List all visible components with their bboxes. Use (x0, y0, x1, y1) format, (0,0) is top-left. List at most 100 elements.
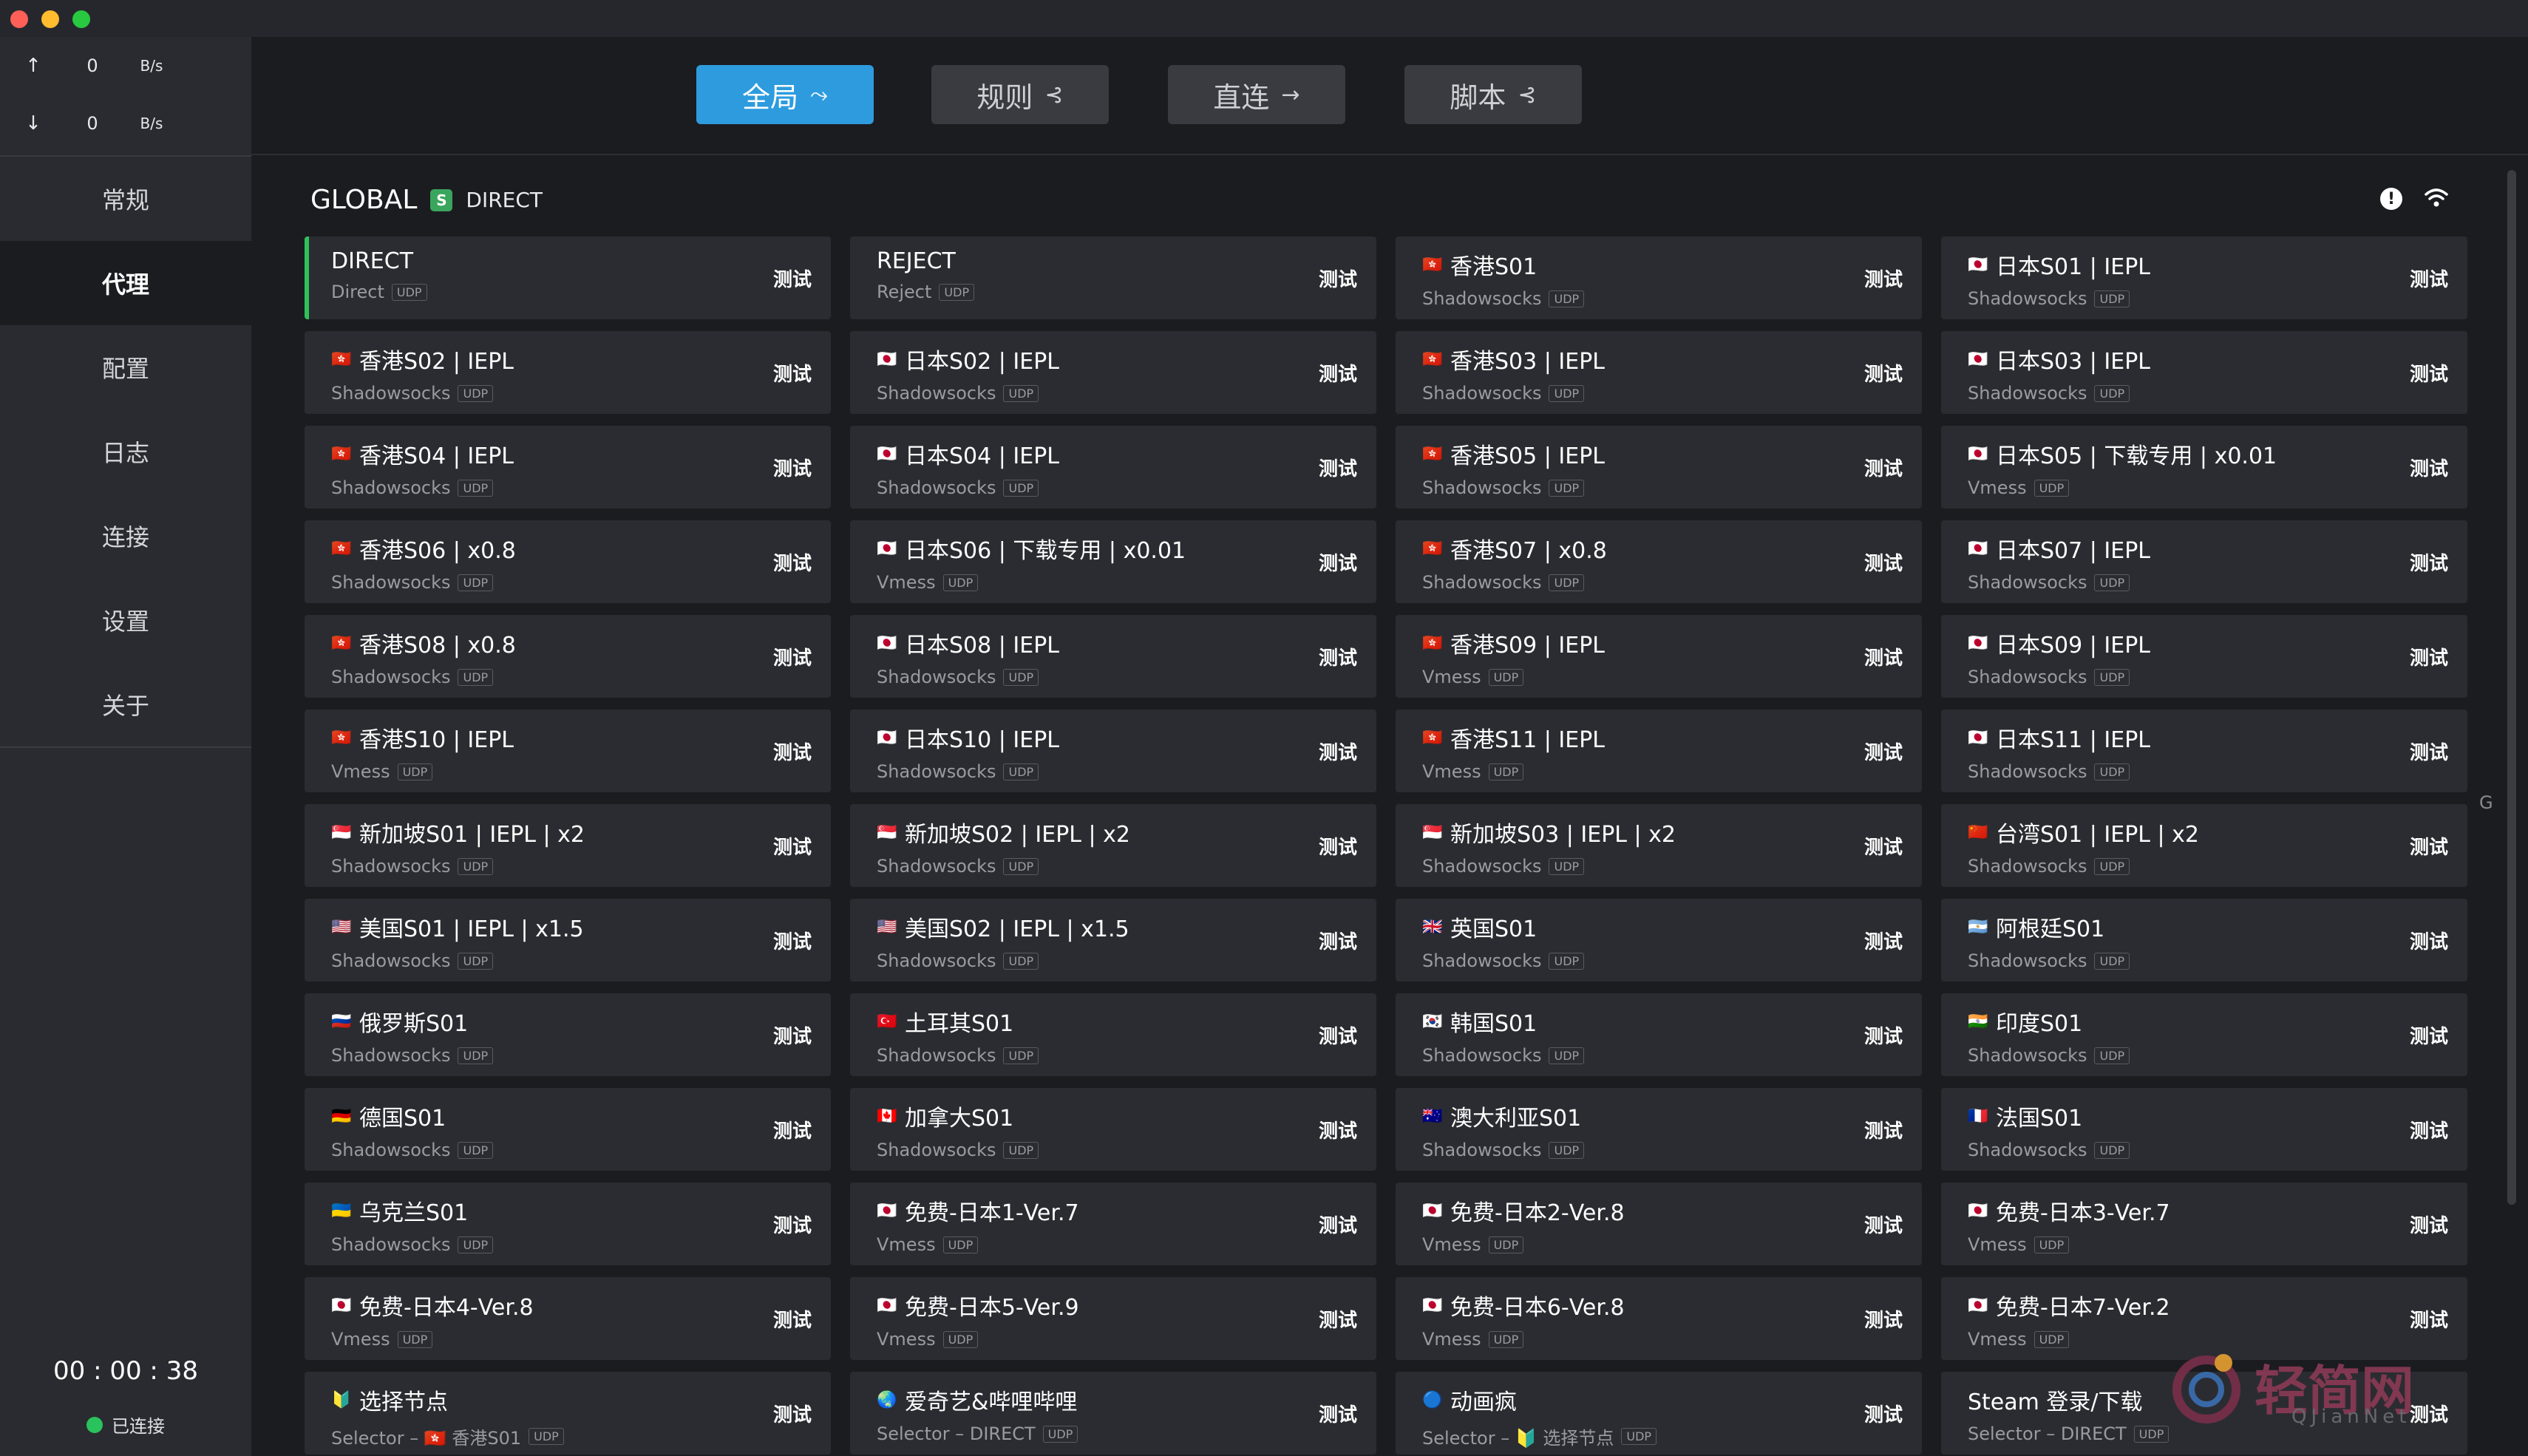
latency-test-button[interactable]: 测试 (773, 359, 812, 387)
proxy-card[interactable]: 🇭🇰 香港S11 | IEPL Vmess UDP 测试 (1396, 710, 1922, 792)
latency-test-button[interactable]: 测试 (773, 1021, 812, 1049)
proxy-card[interactable]: 🇺🇸 美国S01 | IEPL | x1.5 Shadowsocks UDP 测试 (305, 899, 831, 982)
proxy-card[interactable]: 🇭🇰 香港S09 | IEPL Vmess UDP 测试 (1396, 615, 1922, 698)
sidebar-item-0[interactable]: 常规 (0, 157, 251, 241)
proxy-card[interactable]: 🇺🇦 乌克兰S01 Shadowsocks UDP 测试 (305, 1183, 831, 1265)
latency-test-button[interactable]: 测试 (2410, 738, 2448, 765)
proxy-card[interactable]: 🇯🇵 免费-日本3-Ver.7 Vmess UDP 测试 (1941, 1183, 2467, 1265)
latency-test-button[interactable]: 测试 (1864, 1400, 1903, 1427)
proxy-card[interactable]: 🇨🇦 加拿大S01 Shadowsocks UDP 测试 (850, 1088, 1376, 1171)
latency-test-button[interactable]: 测试 (1319, 1116, 1357, 1143)
proxy-card[interactable]: 🇰🇷 韩国S01 Shadowsocks UDP 测试 (1396, 993, 1922, 1076)
proxy-card[interactable]: 🇨🇳 台湾S01 | IEPL | x2 Shadowsocks UDP 测试 (1941, 804, 2467, 887)
proxy-card[interactable]: 🇹🇷 土耳其S01 Shadowsocks UDP 测试 (850, 993, 1376, 1076)
proxy-card[interactable]: 🇦🇷 阿根廷S01 Shadowsocks UDP 测试 (1941, 899, 2467, 982)
latency-test-button[interactable]: 测试 (773, 738, 812, 765)
latency-test-button[interactable]: 测试 (773, 454, 812, 481)
latency-test-button[interactable]: 测试 (1864, 832, 1903, 860)
latency-test-button[interactable]: 测试 (1864, 265, 1903, 292)
sidebar-item-2[interactable]: 配置 (0, 325, 251, 409)
latency-test-button[interactable]: 测试 (1864, 1116, 1903, 1143)
proxy-card[interactable]: 🇯🇵 日本S04 | IEPL Shadowsocks UDP 测试 (850, 426, 1376, 508)
latency-test-button[interactable]: 测试 (1319, 643, 1357, 670)
proxy-card[interactable]: 🇯🇵 日本S02 | IEPL Shadowsocks UDP 测试 (850, 331, 1376, 414)
proxy-card[interactable]: 🇦🇺 澳大利亚S01 Shadowsocks UDP 测试 (1396, 1088, 1922, 1171)
latency-test-button[interactable]: 测试 (2410, 1305, 2448, 1333)
latency-test-button[interactable]: 测试 (1319, 359, 1357, 387)
latency-test-button[interactable]: 测试 (1864, 643, 1903, 670)
proxy-card[interactable]: 🇫🇷 法国S01 Shadowsocks UDP 测试 (1941, 1088, 2467, 1171)
proxy-card[interactable]: 🇭🇰 香港S06 | x0.8 Shadowsocks UDP 测试 (305, 520, 831, 603)
proxy-card[interactable]: DIRECT Direct UDP 测试 (305, 237, 831, 319)
proxy-card[interactable]: 🇷🇺 俄罗斯S01 Shadowsocks UDP 测试 (305, 993, 831, 1076)
proxy-card[interactable]: 🇯🇵 日本S06 | 下载专用 | x0.01 Vmess UDP 测试 (850, 520, 1376, 603)
proxy-card[interactable]: 🇭🇰 香港S07 | x0.8 Shadowsocks UDP 测试 (1396, 520, 1922, 603)
proxy-card[interactable]: REJECT Reject UDP 测试 (850, 237, 1376, 319)
proxy-card[interactable]: 🇭🇰 香港S08 | x0.8 Shadowsocks UDP 测试 (305, 615, 831, 698)
latency-test-button[interactable]: 测试 (773, 1305, 812, 1333)
latency-test-button[interactable]: 测试 (773, 265, 812, 292)
proxy-card[interactable]: 🇯🇵 日本S08 | IEPL Shadowsocks UDP 测试 (850, 615, 1376, 698)
proxy-card[interactable]: 🇸🇬 新加坡S02 | IEPL | x2 Shadowsocks UDP 测试 (850, 804, 1376, 887)
latency-test-button[interactable]: 测试 (773, 1211, 812, 1238)
latency-test-button[interactable]: 测试 (2410, 454, 2448, 481)
proxy-card[interactable]: 🇯🇵 免费-日本4-Ver.8 Vmess UDP 测试 (305, 1277, 831, 1360)
latency-test-button[interactable]: 测试 (773, 1400, 812, 1427)
proxy-card[interactable]: 🇭🇰 香港S04 | IEPL Shadowsocks UDP 测试 (305, 426, 831, 508)
latency-test-button[interactable]: 测试 (2410, 927, 2448, 954)
latency-test-button[interactable]: 测试 (1319, 265, 1357, 292)
proxy-card[interactable]: 🇯🇵 日本S11 | IEPL Shadowsocks UDP 测试 (1941, 710, 2467, 792)
latency-test-button[interactable]: 测试 (1319, 832, 1357, 860)
latency-test-button[interactable]: 测试 (773, 832, 812, 860)
latency-test-button[interactable]: 测试 (2410, 1400, 2448, 1427)
proxy-card[interactable]: 🇬🇧 英国S01 Shadowsocks UDP 测试 (1396, 899, 1922, 982)
proxy-card[interactable]: 🇭🇰 香港S01 Shadowsocks UDP 测试 (1396, 237, 1922, 319)
scrollbar[interactable] (2507, 170, 2516, 1205)
latency-test-button[interactable]: 测试 (1864, 359, 1903, 387)
latency-test-button[interactable]: 测试 (1864, 454, 1903, 481)
latency-test-button[interactable]: 测试 (1864, 927, 1903, 954)
mode-button-0[interactable]: 全局 ⤳ (696, 65, 874, 124)
proxy-card[interactable]: 🇯🇵 日本S09 | IEPL Shadowsocks UDP 测试 (1941, 615, 2467, 698)
proxy-card[interactable]: 🇯🇵 免费-日本2-Ver.8 Vmess UDP 测试 (1396, 1183, 1922, 1265)
proxy-card[interactable]: 🇭🇰 香港S10 | IEPL Vmess UDP 测试 (305, 710, 831, 792)
proxy-card[interactable]: 🇯🇵 免费-日本5-Ver.9 Vmess UDP 测试 (850, 1277, 1376, 1360)
sidebar-item-4[interactable]: 连接 (0, 494, 251, 578)
proxy-card[interactable]: 🇯🇵 日本S01 | IEPL Shadowsocks UDP 测试 (1941, 237, 2467, 319)
close-window-button[interactable] (10, 10, 28, 28)
latency-test-button[interactable]: 测试 (2410, 265, 2448, 292)
mode-button-2[interactable]: 直连 → (1168, 65, 1345, 124)
proxy-card[interactable]: 🇯🇵 日本S03 | IEPL Shadowsocks UDP 测试 (1941, 331, 2467, 414)
latency-test-icon[interactable] (2423, 185, 2450, 211)
latency-test-button[interactable]: 测试 (773, 927, 812, 954)
mode-button-3[interactable]: 脚本 ⊰ (1404, 65, 1582, 124)
proxy-card[interactable]: 🇸🇬 新加坡S03 | IEPL | x2 Shadowsocks UDP 测试 (1396, 804, 1922, 887)
proxy-card[interactable]: 🇯🇵 日本S10 | IEPL Shadowsocks UDP 测试 (850, 710, 1376, 792)
latency-test-button[interactable]: 测试 (773, 643, 812, 670)
sidebar-item-3[interactable]: 日志 (0, 409, 251, 494)
zoom-window-button[interactable] (72, 10, 90, 28)
sidebar-item-5[interactable]: 设置 (0, 578, 251, 662)
latency-test-button[interactable]: 测试 (2410, 548, 2448, 576)
proxy-card[interactable]: 🔵 动画疯 Selector – 🔰 选择节点 UDP 测试 (1396, 1372, 1922, 1455)
latency-test-button[interactable]: 测试 (773, 548, 812, 576)
latency-test-button[interactable]: 测试 (1319, 1211, 1357, 1238)
latency-test-button[interactable]: 测试 (1319, 1305, 1357, 1333)
latency-test-button[interactable]: 测试 (1319, 1021, 1357, 1049)
info-icon[interactable]: ! (2380, 188, 2402, 210)
latency-test-button[interactable]: 测试 (1864, 1021, 1903, 1049)
latency-test-button[interactable]: 测试 (1319, 454, 1357, 481)
latency-test-button[interactable]: 测试 (2410, 643, 2448, 670)
proxy-card[interactable]: 🌏 爱奇艺&哔哩哔哩 Selector – DIRECT UDP 测试 (850, 1372, 1376, 1455)
latency-test-button[interactable]: 测试 (2410, 1116, 2448, 1143)
latency-test-button[interactable]: 测试 (2410, 832, 2448, 860)
latency-test-button[interactable]: 测试 (1319, 738, 1357, 765)
latency-test-button[interactable]: 测试 (773, 1116, 812, 1143)
mode-button-1[interactable]: 规则 ⊰ (931, 65, 1109, 124)
proxy-card[interactable]: 🇯🇵 日本S07 | IEPL Shadowsocks UDP 测试 (1941, 520, 2467, 603)
proxy-card[interactable]: 🇭🇰 香港S02 | IEPL Shadowsocks UDP 测试 (305, 331, 831, 414)
proxy-card[interactable]: 🇮🇳 印度S01 Shadowsocks UDP 测试 (1941, 993, 2467, 1076)
proxy-card[interactable]: 🇯🇵 免费-日本1-Ver.7 Vmess UDP 测试 (850, 1183, 1376, 1265)
proxy-card[interactable]: 🇯🇵 日本S05 | 下载专用 | x0.01 Vmess UDP 测试 (1941, 426, 2467, 508)
proxy-card[interactable]: 🇭🇰 香港S03 | IEPL Shadowsocks UDP 测试 (1396, 331, 1922, 414)
